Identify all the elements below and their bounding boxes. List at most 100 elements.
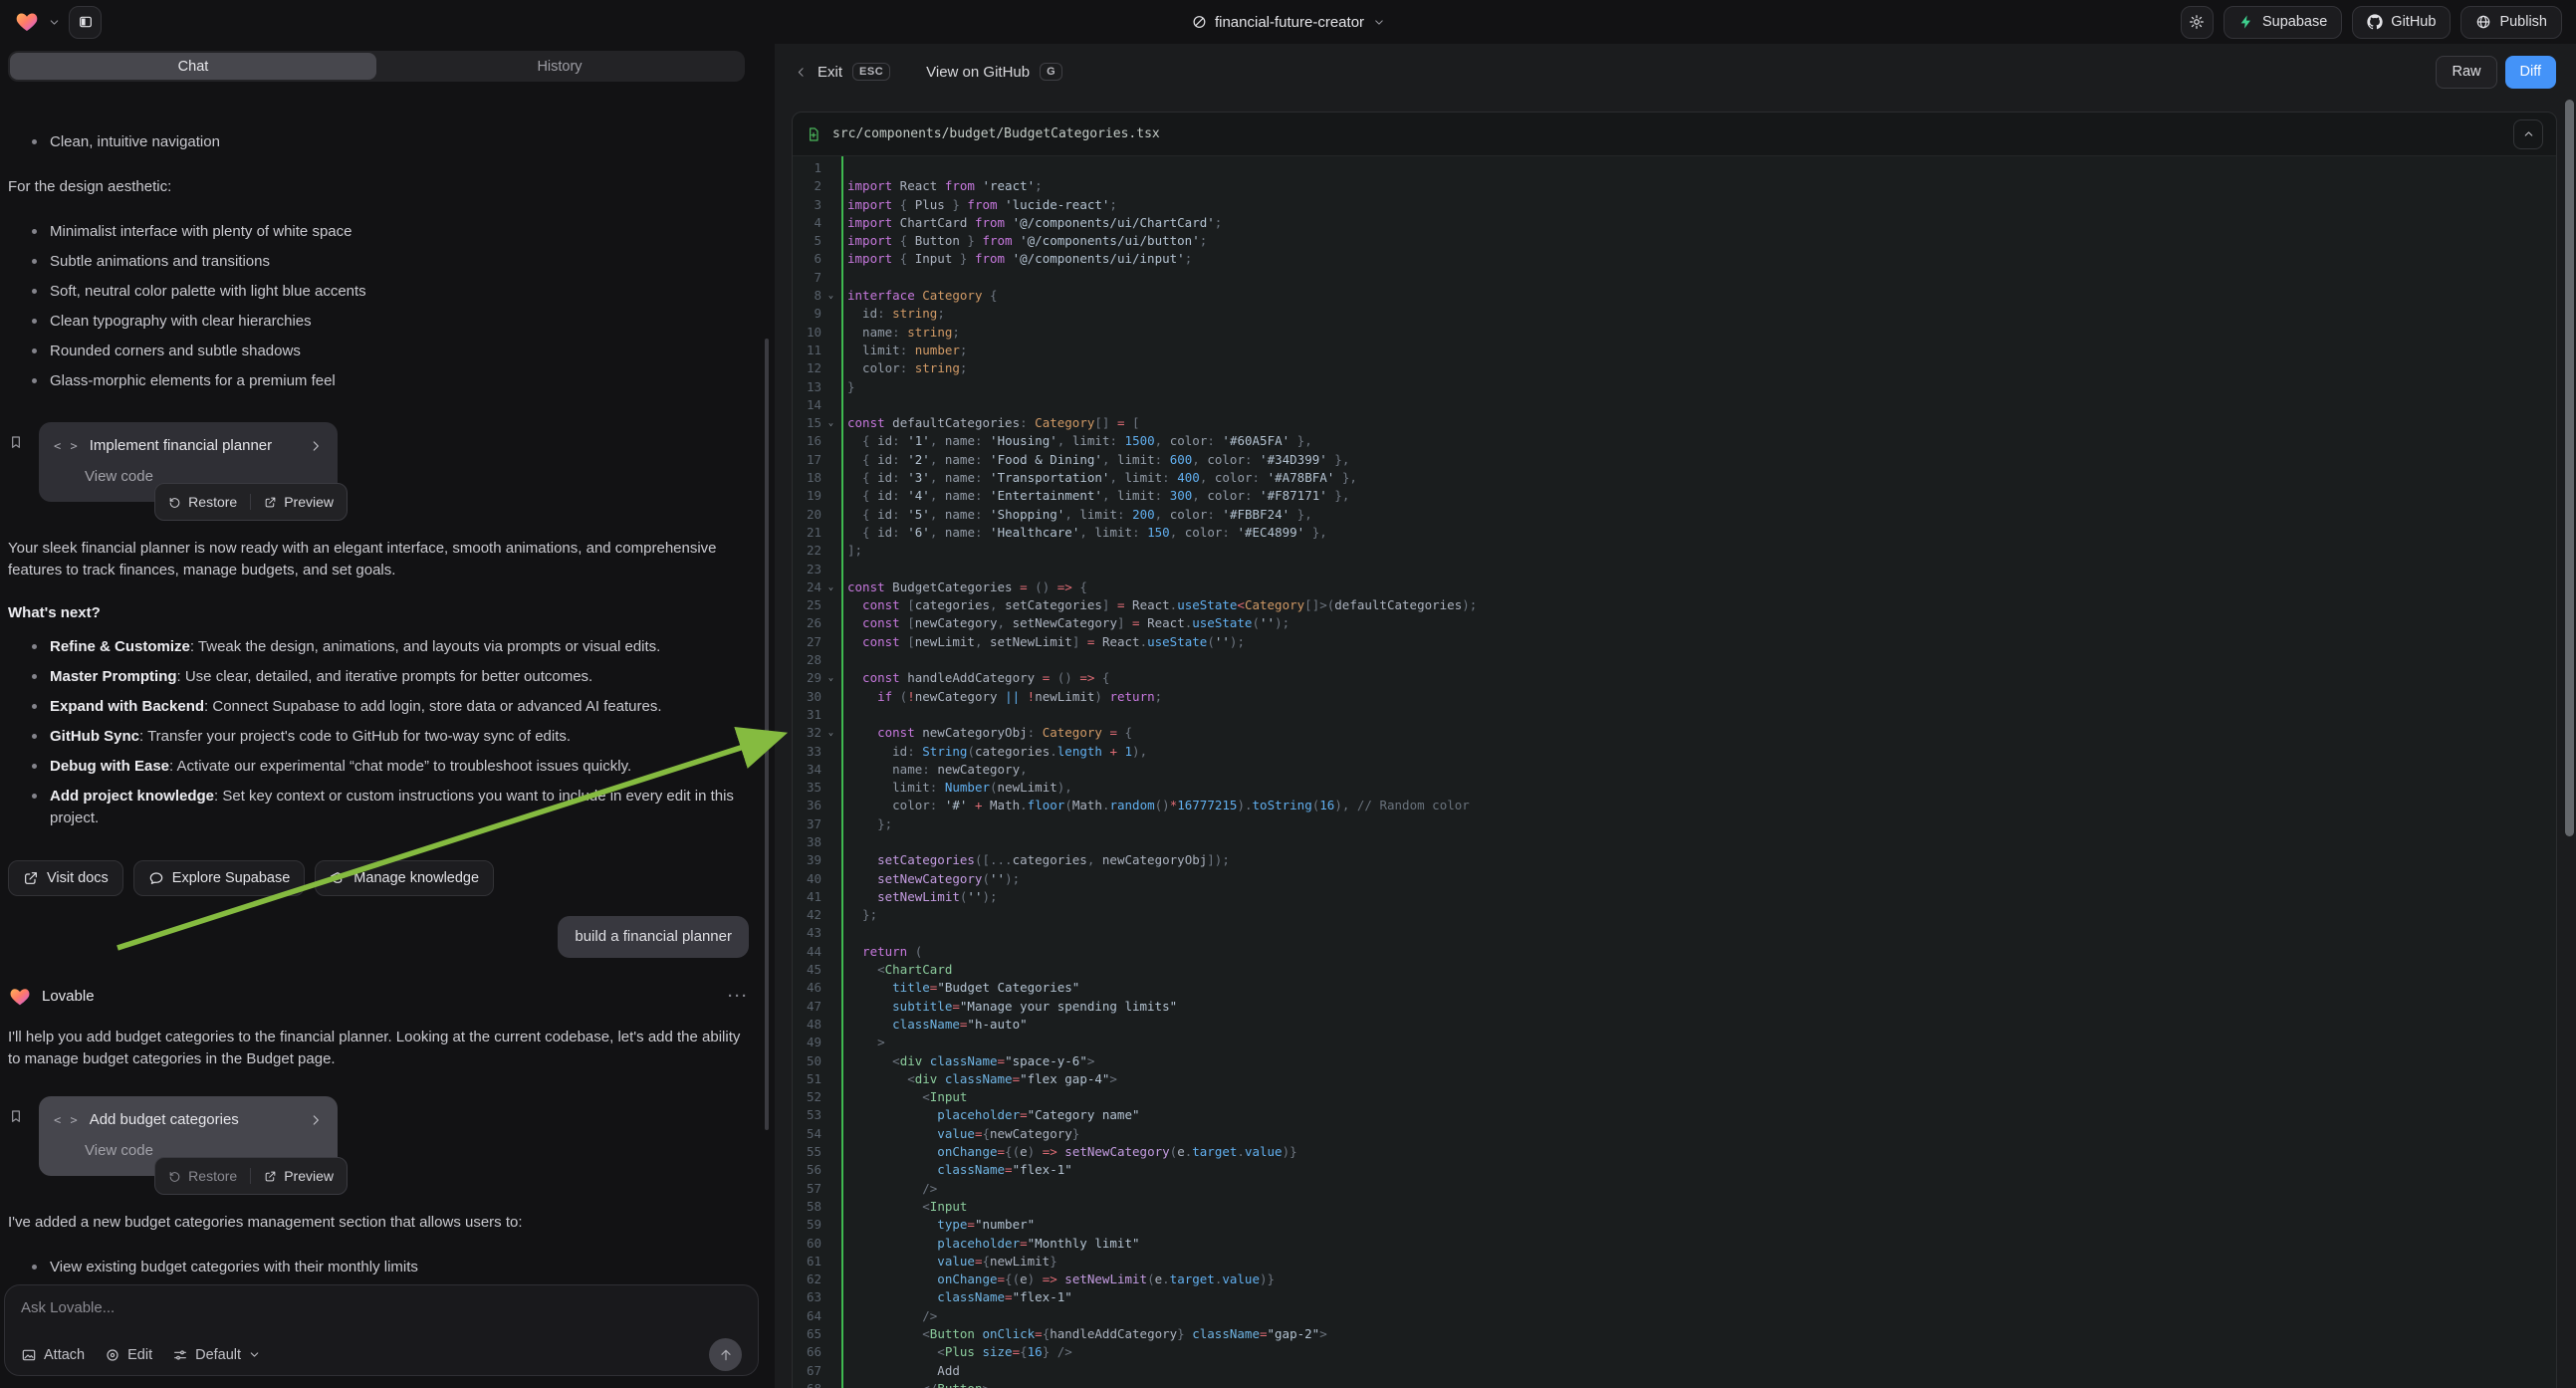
bullet-text: Refine & Customize: Tweak the design, an… bbox=[50, 636, 660, 658]
code-text: setNewCategory(''); bbox=[838, 870, 1020, 888]
line-number: 17 bbox=[793, 451, 823, 469]
line-number: 42 bbox=[793, 906, 823, 924]
code-text: { id: '6', name: 'Healthcare', limit: 15… bbox=[838, 524, 1327, 542]
github-button[interactable]: GitHub bbox=[2352, 6, 2451, 39]
manage-knowledge-button[interactable]: Manage knowledge bbox=[315, 860, 494, 896]
preview-button[interactable]: Preview bbox=[264, 1165, 334, 1187]
fold-spacer bbox=[823, 1216, 838, 1234]
code-line: 8⌄interface Category { bbox=[793, 287, 2556, 305]
message-menu-button[interactable]: ··· bbox=[728, 986, 749, 1008]
code-text: import { Input } from '@/components/ui/i… bbox=[838, 250, 1192, 268]
attach-button[interactable]: Attach bbox=[21, 1347, 85, 1363]
exit-button[interactable]: Exit bbox=[818, 64, 842, 81]
visit-docs-button[interactable]: Visit docs bbox=[8, 860, 123, 896]
mode-select[interactable]: Default bbox=[172, 1347, 261, 1363]
diff-button[interactable]: Diff bbox=[2505, 56, 2557, 89]
bullet-dot-icon bbox=[32, 644, 37, 649]
fold-spacer bbox=[823, 196, 838, 214]
code-line: 5import { Button } from '@/components/ui… bbox=[793, 232, 2556, 250]
code-line: 62 onChange={(e) => setNewLimit(e.target… bbox=[793, 1271, 2556, 1288]
code-text: onChange={(e) => setNewCategory(e.target… bbox=[838, 1143, 1297, 1161]
fold-spacer bbox=[823, 943, 838, 961]
line-number: 25 bbox=[793, 596, 823, 614]
version-card[interactable]: < >Implement financial plannerView codeR… bbox=[39, 422, 338, 502]
code-line: 44 return ( bbox=[793, 943, 2556, 961]
lovable-logo[interactable] bbox=[14, 10, 40, 34]
fold-chevron-icon[interactable]: ⌄ bbox=[823, 287, 838, 305]
code-text: limit: Number(newLimit), bbox=[838, 779, 1072, 797]
code-text: { id: '3', name: 'Transportation', limit… bbox=[838, 469, 1357, 487]
supabase-button[interactable]: Supabase bbox=[2224, 6, 2342, 39]
code-text: const newCategoryObj: Category = { bbox=[838, 724, 1132, 742]
chat-bullet: GitHub Sync: Transfer your project's cod… bbox=[8, 722, 749, 752]
line-number: 58 bbox=[793, 1198, 823, 1216]
tab-chat[interactable]: Chat bbox=[10, 53, 376, 80]
chat-scrollbar[interactable] bbox=[765, 339, 769, 1130]
code-line: 59 type="number" bbox=[793, 1216, 2556, 1234]
code-line: 16 { id: '1', name: 'Housing', limit: 15… bbox=[793, 432, 2556, 450]
code-line: 38 bbox=[793, 833, 2556, 851]
line-number: 63 bbox=[793, 1288, 823, 1306]
fold-chevron-icon[interactable]: ⌄ bbox=[823, 414, 838, 432]
bullet-dot-icon bbox=[32, 764, 37, 769]
file-card: src/components/budget/BudgetCategories.t… bbox=[792, 112, 2557, 1388]
sidebar-toggle-button[interactable] bbox=[69, 6, 102, 39]
fold-spacer bbox=[823, 1235, 838, 1253]
project-selector[interactable]: financial-future-creator bbox=[1191, 0, 1385, 44]
fold-spacer bbox=[823, 1325, 838, 1343]
code-text: name: newCategory, bbox=[838, 761, 1028, 779]
line-number: 61 bbox=[793, 1253, 823, 1271]
fold-spacer bbox=[823, 506, 838, 524]
fold-chevron-icon[interactable]: ⌄ bbox=[823, 724, 838, 742]
code-text: /> bbox=[838, 1307, 937, 1325]
fold-spacer bbox=[823, 250, 838, 268]
restore-button[interactable]: Restore bbox=[168, 491, 237, 513]
fold-spacer bbox=[823, 1125, 838, 1143]
code-line: 15⌄const defaultCategories: Category[] =… bbox=[793, 414, 2556, 432]
code-line: 36 color: '#' + Math.floor(Math.random()… bbox=[793, 797, 2556, 814]
code-line: 55 onChange={(e) => setNewCategory(e.tar… bbox=[793, 1143, 2556, 1161]
code-line: 52 <Input bbox=[793, 1088, 2556, 1106]
view-on-github-button[interactable]: View on GitHub bbox=[926, 64, 1030, 81]
collapse-button[interactable] bbox=[2513, 119, 2543, 149]
line-number: 26 bbox=[793, 614, 823, 632]
bookmark-icon[interactable] bbox=[8, 1108, 24, 1176]
preview-button[interactable]: Preview bbox=[264, 491, 334, 513]
code-scrollbar[interactable] bbox=[2565, 100, 2574, 1388]
line-number: 68 bbox=[793, 1380, 823, 1388]
fold-spacer bbox=[823, 469, 838, 487]
version-card[interactable]: < >Add budget categoriesView codeRestore… bbox=[39, 1096, 338, 1176]
line-number: 54 bbox=[793, 1125, 823, 1143]
project-name: financial-future-creator bbox=[1215, 14, 1364, 31]
chat-bullet: Glass-morphic elements for a premium fee… bbox=[8, 366, 749, 396]
bookmark-icon[interactable] bbox=[8, 434, 24, 502]
fold-chevron-icon[interactable]: ⌄ bbox=[823, 578, 838, 596]
edit-button[interactable]: Edit bbox=[105, 1347, 152, 1363]
file-header[interactable]: src/components/budget/BudgetCategories.t… bbox=[793, 113, 2556, 156]
line-number: 43 bbox=[793, 924, 823, 942]
settings-button[interactable] bbox=[2181, 6, 2214, 39]
bullet-text: Expand with Backend: Connect Supabase to… bbox=[50, 696, 662, 718]
publish-button[interactable]: Publish bbox=[2460, 6, 2562, 39]
raw-button[interactable]: Raw bbox=[2436, 56, 2496, 89]
logo-chevron-down-icon[interactable] bbox=[48, 16, 61, 29]
fold-spacer bbox=[823, 324, 838, 342]
line-number: 16 bbox=[793, 432, 823, 450]
chat-input[interactable] bbox=[21, 1299, 742, 1329]
toolbar-divider bbox=[250, 494, 251, 510]
code-text: className="flex-1" bbox=[838, 1161, 1072, 1179]
code-line: 30 if (!newCategory || !newLimit) return… bbox=[793, 688, 2556, 706]
send-button[interactable] bbox=[709, 1338, 742, 1371]
restore-button[interactable]: Restore bbox=[168, 1165, 237, 1187]
tab-history[interactable]: History bbox=[376, 53, 743, 80]
fold-chevron-icon[interactable]: ⌄ bbox=[823, 669, 838, 687]
code-line: 64 /> bbox=[793, 1307, 2556, 1325]
target-icon bbox=[105, 1347, 120, 1363]
line-number: 14 bbox=[793, 396, 823, 414]
explore-supabase-button[interactable]: Explore Supabase bbox=[133, 860, 306, 896]
bullet-dot-icon bbox=[32, 139, 37, 144]
line-number: 11 bbox=[793, 342, 823, 359]
restore-icon bbox=[168, 1170, 181, 1183]
line-number: 3 bbox=[793, 196, 823, 214]
line-number: 38 bbox=[793, 833, 823, 851]
